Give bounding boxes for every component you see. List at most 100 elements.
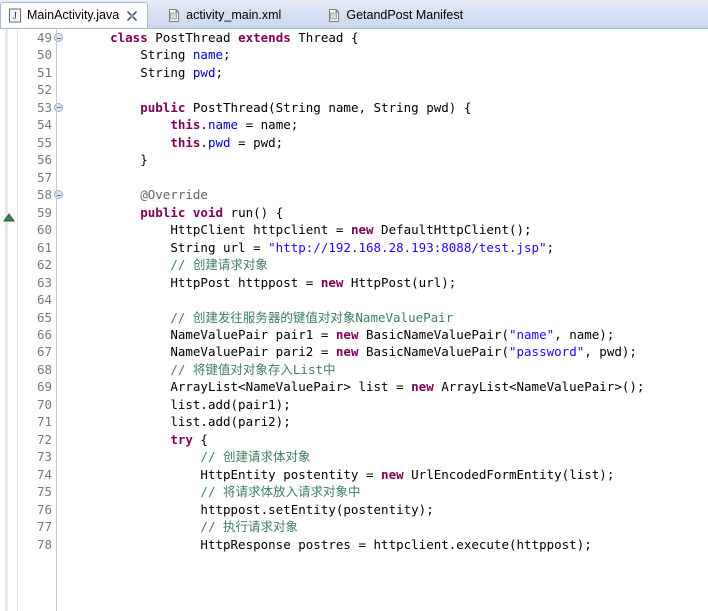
line-number-text: 67 — [36, 344, 52, 360]
line-number-text: 77 — [36, 519, 52, 535]
code-line[interactable]: HttpResponse postres = httpclient.execut… — [68, 536, 708, 553]
code-line[interactable]: list.add(pari2); — [68, 413, 708, 430]
line-number[interactable]: 68 — [18, 361, 64, 378]
code-token: HttpEntity postentity = — [200, 466, 382, 482]
code-line[interactable]: this.name = name; — [68, 116, 708, 133]
line-number[interactable]: 54 — [18, 116, 64, 133]
line-number[interactable]: 63 — [18, 274, 64, 291]
code-fold-toggle-icon[interactable] — [54, 33, 63, 42]
editor-tab-1[interactable]: J MainActivity.java — [0, 2, 149, 28]
line-number[interactable]: 71 — [18, 413, 64, 430]
code-token: try — [170, 431, 193, 447]
code-token: { — [192, 431, 208, 447]
line-number[interactable]: 60 — [18, 221, 64, 238]
editor-tab-3[interactable]: GetandPost Manifest — [320, 3, 472, 28]
code-line[interactable]: // 创建发往服务器的键值对对象NameValuePair — [68, 309, 708, 326]
line-number[interactable]: 51 — [18, 64, 64, 81]
code-fold-toggle-icon[interactable] — [54, 190, 63, 200]
line-number[interactable]: 61 — [18, 239, 64, 256]
code-line[interactable] — [68, 291, 708, 308]
line-number[interactable]: 52 — [18, 81, 64, 98]
code-editor[interactable]: 49 50 51 52 53 54 55 56 57 58 59 60 61 62 63 64 65 66 67 68… — [0, 29, 708, 611]
code-token: HttpPost(url); — [343, 274, 457, 290]
line-number[interactable]: 67 — [18, 343, 64, 360]
line-number[interactable]: 59 — [18, 204, 64, 221]
code-line[interactable]: HttpPost httppost = new HttpPost(url); — [68, 274, 708, 291]
code-line[interactable]: NameValuePair pari2 = new BasicNameValue… — [68, 343, 708, 360]
line-number[interactable]: 62 — [18, 256, 64, 273]
code-line[interactable]: class PostThread extends Thread { — [68, 29, 708, 46]
code-line[interactable]: NameValuePair pair1 = new BasicNameValue… — [68, 326, 708, 343]
code-line[interactable]: String url = "http://192.168.28.193:8088… — [68, 239, 708, 256]
code-token: name — [207, 117, 239, 133]
line-number-text: 70 — [36, 396, 52, 412]
line-number[interactable]: 77 — [18, 518, 64, 535]
code-line[interactable]: HttpClient httpclient = new DefaultHttpC… — [68, 221, 708, 238]
line-number[interactable]: 65 — [18, 309, 64, 326]
line-number[interactable]: 70 — [18, 396, 64, 413]
line-number[interactable]: 64 — [18, 291, 64, 308]
line-number[interactable]: 73 — [18, 448, 64, 465]
code-line[interactable]: String pwd; — [68, 64, 708, 81]
code-token: ArrayList<NameValuePair>(); — [433, 379, 645, 395]
code-line[interactable]: String name; — [68, 46, 708, 63]
code-line[interactable]: // 将请求体放入请求对象中 — [68, 483, 708, 500]
line-number[interactable]: 69 — [18, 378, 64, 395]
line-number[interactable]: 74 — [18, 466, 64, 483]
code-line[interactable]: HttpEntity postentity = new UrlEncodedFo… — [68, 466, 708, 483]
line-number[interactable]: 72 — [18, 431, 64, 448]
code-line[interactable]: this.pwd = pwd; — [68, 134, 708, 151]
code-line[interactable] — [68, 169, 708, 186]
code-line[interactable]: public void run() { — [68, 204, 708, 221]
line-number-text: 51 — [36, 64, 52, 80]
line-number[interactable]: 78 — [18, 536, 64, 553]
code-line[interactable]: // 创建请求对象 — [68, 256, 708, 273]
code-line[interactable]: httppost.setEntity(postentity); — [68, 501, 708, 518]
line-number-text: 74 — [36, 466, 52, 482]
line-number[interactable]: 57 — [18, 169, 64, 186]
line-number-text: 52 — [36, 82, 52, 98]
code-line[interactable]: // 执行请求对象 — [68, 518, 708, 535]
code-token: . — [200, 134, 208, 150]
svg-text:J: J — [13, 11, 17, 22]
line-number[interactable]: 53 — [18, 99, 64, 116]
line-number-text: 56 — [36, 152, 52, 168]
line-number-text: 65 — [36, 309, 52, 325]
code-line[interactable]: try { — [68, 431, 708, 448]
line-number[interactable]: 58 — [18, 186, 64, 203]
line-number[interactable]: 76 — [18, 501, 64, 518]
code-fold-toggle-icon[interactable] — [54, 102, 63, 112]
line-number[interactable]: 66 — [18, 326, 64, 343]
code-token: new — [320, 274, 344, 290]
code-line[interactable]: list.add(pair1); — [68, 396, 708, 413]
code-token: // 创建请求对象 — [170, 257, 268, 273]
code-token: new — [335, 344, 359, 360]
line-number[interactable]: 49 — [18, 29, 64, 46]
editor-code-area[interactable]: class PostThread extends Thread { String… — [68, 29, 708, 611]
code-line[interactable]: public PostThread(String name, String pw… — [68, 99, 708, 116]
code-line[interactable]: } — [68, 151, 708, 168]
code-token: // 执行请求对象 — [200, 519, 298, 535]
line-number[interactable]: 56 — [18, 151, 64, 168]
editor-line-number-gutter[interactable]: 49 50 51 52 53 54 55 56 57 58 59 60 61 62 63 64 65 66 67 68… — [18, 29, 68, 611]
code-token: httppost.setEntity(postentity); — [200, 501, 434, 517]
editor-marker-bar[interactable] — [0, 29, 18, 611]
code-line[interactable]: // 创建请求体对象 — [68, 448, 708, 465]
override-method-icon — [3, 208, 15, 222]
code-line[interactable]: // 将键值对对象存入List中 — [68, 361, 708, 378]
close-icon[interactable] — [126, 10, 138, 22]
line-number[interactable]: 55 — [18, 134, 64, 151]
code-line[interactable] — [68, 81, 708, 98]
code-line[interactable]: @Override — [68, 186, 708, 203]
line-number[interactable]: 50 — [18, 46, 64, 63]
line-number[interactable]: 75 — [18, 483, 64, 500]
code-token: Thread { — [290, 30, 359, 45]
code-token: "password" — [508, 344, 585, 360]
code-token: // 将键值对对象存入List中 — [170, 361, 336, 377]
line-number-text: 62 — [36, 257, 52, 273]
line-number-text: 69 — [36, 379, 52, 395]
code-line[interactable]: ArrayList<NameValuePair> list = new Arra… — [68, 378, 708, 395]
editor-tab-2[interactable]: activity_main.xml — [160, 3, 290, 28]
line-number-text: 76 — [36, 501, 52, 517]
